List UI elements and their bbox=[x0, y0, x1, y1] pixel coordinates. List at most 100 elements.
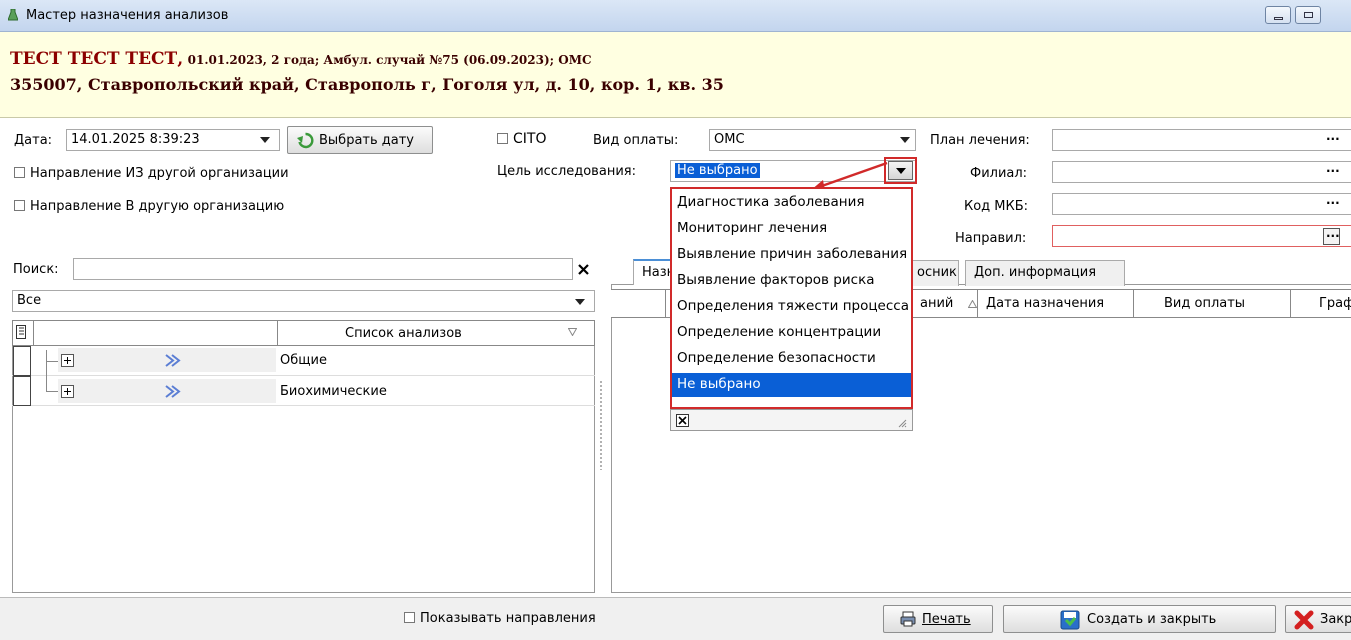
mkb-label: Код МКБ: bbox=[964, 199, 1029, 214]
dropdown-option[interactable]: Диагностика заболевания bbox=[672, 191, 911, 215]
plan-lookup-icon[interactable]: ··· bbox=[1326, 132, 1340, 146]
expand-icon[interactable] bbox=[61, 354, 74, 367]
save-icon bbox=[1060, 610, 1080, 630]
mkb-field[interactable] bbox=[1052, 193, 1351, 215]
filter-icon[interactable] bbox=[568, 328, 577, 336]
cito-checkbox[interactable]: CITO bbox=[497, 131, 546, 147]
date-value: 14.01.2025 8:39:23 bbox=[71, 132, 200, 147]
date-field[interactable]: 14.01.2025 8:39:23 bbox=[66, 129, 280, 151]
date-label: Дата: bbox=[14, 133, 53, 148]
column-header[interactable]: аний bbox=[911, 290, 987, 318]
referrer-label: Направил: bbox=[955, 231, 1027, 246]
tab-assignments[interactable]: Назн bbox=[633, 259, 675, 285]
expand-icon[interactable] bbox=[61, 385, 74, 398]
goal-label: Цель исследования: bbox=[497, 164, 636, 179]
date-dropdown-icon[interactable] bbox=[260, 137, 270, 143]
show-referrals-checkbox[interactable]: Показывать направления bbox=[404, 611, 596, 626]
patient-address: 355007, Ставропольский край, Ставрополь … bbox=[10, 75, 724, 94]
mkb-lookup-icon[interactable]: ··· bbox=[1326, 196, 1340, 210]
printer-icon bbox=[900, 611, 916, 627]
payment-label: Вид оплаты: bbox=[593, 133, 679, 148]
add-arrow-icon[interactable] bbox=[165, 385, 181, 398]
patient-info-panel: ТЕСТ ТЕСТ ТЕСТ, 01.01.2023, 2 года; Амбу… bbox=[0, 32, 1351, 118]
dropdown-option[interactable]: Мониторинг лечения bbox=[672, 217, 911, 241]
pick-date-button[interactable]: Выбрать дату bbox=[287, 126, 433, 154]
grid-menu-icon[interactable] bbox=[16, 325, 26, 339]
close-label: Закр bbox=[1320, 612, 1351, 627]
tab-extra-info[interactable]: Доп. информация bbox=[965, 260, 1125, 286]
plan-field[interactable] bbox=[1052, 129, 1351, 151]
cito-label: CITO bbox=[513, 131, 547, 147]
create-close-button[interactable]: Создать и закрыть bbox=[1003, 605, 1276, 633]
column-header[interactable]: Вид оплаты bbox=[1133, 290, 1290, 318]
bottom-toolbar: Показывать направления Печать Создать и … bbox=[0, 597, 1351, 640]
dropdown-option-selected[interactable]: Не выбрано bbox=[672, 373, 911, 397]
show-referrals-check-box[interactable] bbox=[404, 612, 415, 623]
search-input[interactable] bbox=[73, 258, 573, 280]
refresh-icon bbox=[297, 132, 314, 149]
dropdown-option[interactable]: Выявление факторов риска bbox=[672, 269, 911, 293]
branch-field[interactable] bbox=[1052, 161, 1351, 183]
print-button[interactable]: Печать bbox=[883, 605, 993, 633]
branch-lookup-icon[interactable]: ··· bbox=[1326, 164, 1340, 178]
create-close-label: Создать и закрыть bbox=[1087, 612, 1217, 627]
clear-search-icon[interactable] bbox=[578, 264, 589, 275]
column-header[interactable]: Дата назначения bbox=[977, 290, 1133, 318]
print-label: Печать bbox=[922, 612, 971, 627]
dropdown-option[interactable]: Выявление причин заболевания bbox=[672, 243, 911, 267]
filter-dropdown-icon[interactable] bbox=[575, 299, 585, 305]
table-row[interactable]: Биохимические bbox=[12, 376, 595, 406]
filter-value: Все bbox=[17, 293, 42, 308]
chevron-down-icon bbox=[896, 168, 906, 174]
referrer-lookup-button[interactable]: ··· bbox=[1323, 228, 1340, 245]
show-referrals-label: Показывать направления bbox=[420, 611, 596, 626]
cito-check-box[interactable] bbox=[497, 133, 508, 144]
tab-questionnaire[interactable]: осник bbox=[908, 260, 959, 286]
resize-grip-icon[interactable] bbox=[897, 418, 907, 428]
close-x-icon bbox=[1294, 610, 1314, 630]
close-icon[interactable] bbox=[676, 414, 689, 427]
to-org-check-box[interactable] bbox=[14, 200, 25, 211]
patient-name: ТЕСТ ТЕСТ ТЕСТ, bbox=[10, 49, 184, 69]
to-org-checkbox[interactable]: Направление В другую организацию bbox=[14, 199, 284, 214]
close-button[interactable]: Закр bbox=[1285, 605, 1351, 633]
payment-value: ОМС bbox=[714, 132, 745, 147]
analysis-group-label: Биохимические bbox=[280, 384, 387, 399]
filter-select[interactable]: Все bbox=[12, 290, 595, 312]
dropdown-footer bbox=[670, 409, 913, 431]
sort-asc-icon bbox=[968, 300, 977, 308]
branch-label: Филиал: bbox=[970, 166, 1028, 181]
pick-date-label: Выбрать дату bbox=[319, 133, 415, 148]
goal-dropdown-button[interactable] bbox=[888, 161, 913, 180]
analysis-group-label: Общие bbox=[280, 353, 327, 368]
goal-dropdown-list: Диагностика заболевания Мониторинг лечен… bbox=[670, 187, 913, 409]
splitter-handle[interactable] bbox=[599, 380, 603, 470]
payment-dropdown-icon[interactable] bbox=[900, 137, 910, 143]
referrer-field[interactable] bbox=[1052, 225, 1351, 247]
from-org-label: Направление ИЗ другой организации bbox=[30, 166, 289, 181]
maximize-button[interactable] bbox=[1295, 6, 1321, 24]
dropdown-option[interactable]: Определение концентрации bbox=[672, 321, 911, 345]
title-bar: Мастер назначения анализов bbox=[0, 0, 1351, 32]
plan-label: План лечения: bbox=[930, 133, 1030, 148]
search-label: Поиск: bbox=[13, 262, 59, 277]
window-title: Мастер назначения анализов bbox=[26, 8, 229, 23]
dropdown-option[interactable]: Определение безопасности bbox=[672, 347, 911, 371]
from-org-checkbox[interactable]: Направление ИЗ другой организации bbox=[14, 166, 289, 181]
minimize-icon bbox=[1274, 17, 1283, 20]
row-indicator bbox=[13, 346, 31, 376]
to-org-label: Направление В другую организацию bbox=[30, 199, 285, 214]
column-header[interactable]: Граф bbox=[1290, 290, 1351, 318]
analysis-list-header[interactable]: Список анализов bbox=[345, 326, 462, 341]
analysis-grid-header: Список анализов bbox=[12, 320, 595, 346]
row-indicator bbox=[13, 376, 31, 406]
minimize-button[interactable] bbox=[1265, 6, 1291, 24]
maximize-icon bbox=[1304, 12, 1313, 18]
payment-select[interactable]: ОМС bbox=[709, 129, 916, 151]
patient-details: 01.01.2023, 2 года; Амбул. случай №75 (0… bbox=[187, 53, 592, 67]
from-org-check-box[interactable] bbox=[14, 167, 25, 178]
table-row[interactable]: Общие bbox=[12, 346, 595, 376]
dropdown-option[interactable]: Определения тяжести процесса bbox=[672, 295, 911, 319]
add-arrow-icon[interactable] bbox=[165, 354, 181, 367]
flask-icon bbox=[8, 9, 18, 21]
